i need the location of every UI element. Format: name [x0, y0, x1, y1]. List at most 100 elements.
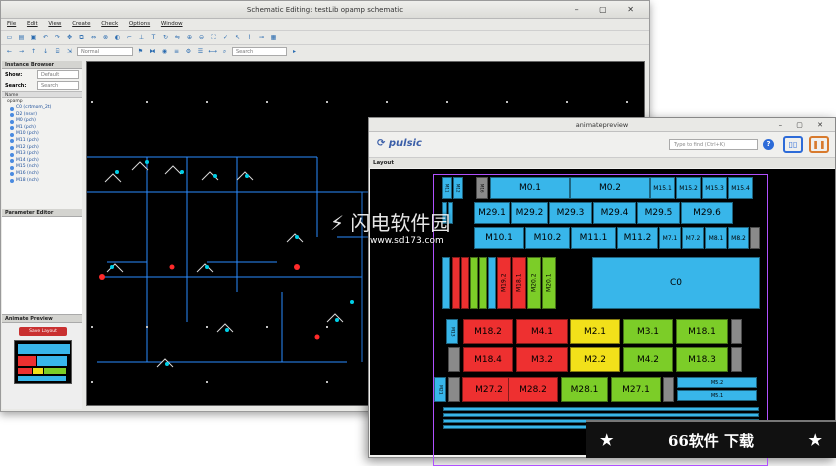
down-icon[interactable]: ↓ [41, 47, 50, 56]
block-m29-6[interactable]: M29.6 [681, 202, 733, 224]
undo-icon[interactable]: ↶ [41, 33, 50, 42]
help-icon[interactable]: ? [763, 139, 774, 150]
grid-icon[interactable]: ▦ [269, 33, 278, 42]
block-m11[interactable]: M11 [442, 177, 452, 199]
block-m29-5[interactable]: M29.5 [637, 202, 680, 224]
bus-bar-1[interactable] [443, 407, 759, 411]
instance-item[interactable]: M18 (nch) [2, 178, 82, 185]
menu-options[interactable]: Options [129, 21, 150, 27]
up-icon[interactable]: ↑ [29, 47, 38, 56]
block-m0-2[interactable]: M0.2 [570, 177, 650, 199]
block-strip-red-2[interactable] [461, 257, 469, 309]
new-icon[interactable]: ▭ [5, 33, 14, 42]
menu-check[interactable]: Check [101, 21, 118, 27]
window-controls[interactable]: – ▢ ✕ [575, 1, 643, 19]
open-icon[interactable]: ▤ [17, 33, 26, 42]
instance-item[interactable]: C0 (crtmom_2t) [2, 105, 82, 112]
block-strip-d[interactable] [488, 257, 496, 309]
bus-bar-2[interactable] [443, 413, 759, 417]
block-m28-1[interactable]: M28.1 [561, 377, 608, 402]
instance-item[interactable]: D2 (nsvr) [2, 112, 82, 119]
block-strip-c[interactable] [442, 257, 450, 309]
block-m15-2[interactable]: M15.2 [676, 177, 701, 199]
block-m29-4[interactable]: M29.4 [593, 202, 636, 224]
menu-view[interactable]: View [48, 21, 61, 27]
block-m4-2[interactable]: M4.2 [623, 347, 673, 372]
block-m7-2[interactable]: M7.2 [682, 227, 704, 249]
panel-toggle-icon[interactable]: ▯▯ [783, 136, 803, 153]
instance-item[interactable]: M16 (nch) [2, 171, 82, 178]
show-select[interactable]: Default [37, 70, 79, 79]
block-m3-1[interactable]: M3.1 [623, 319, 673, 344]
back-icon[interactable]: ← [5, 47, 14, 56]
block-m29-1[interactable]: M29.1 [474, 202, 510, 224]
properties-icon[interactable]: ☰ [196, 47, 205, 56]
layers-icon[interactable]: ≡ [172, 47, 181, 56]
instance-item[interactable]: M1 (pch) [2, 125, 82, 132]
block-m5-2[interactable]: M5.2 [677, 377, 757, 388]
highlight-icon[interactable]: ◉ [160, 47, 169, 56]
instance-item[interactable]: M15 (nch) [2, 164, 82, 171]
block-m27-1[interactable]: M27.1 [611, 377, 661, 402]
zoom-in-icon[interactable]: ⊕ [185, 33, 194, 42]
block-m16[interactable]: M16 [476, 177, 488, 199]
block-spacer-6[interactable] [663, 377, 674, 402]
block-spacer-3[interactable] [448, 347, 460, 372]
block-m2-1[interactable]: M2.1 [570, 319, 620, 344]
wire-icon[interactable]: ⌐ [125, 33, 134, 42]
block-m12[interactable]: M12 [453, 177, 463, 199]
check-icon[interactable]: ✓ [221, 33, 230, 42]
block-spacer-1[interactable] [750, 227, 760, 249]
instance-item[interactable]: M11 (pch) [2, 138, 82, 145]
pin-icon[interactable]: ⊥ [137, 33, 146, 42]
block-m10-1[interactable]: M10.1 [474, 227, 524, 249]
block-m5-1[interactable]: M5.1 [677, 390, 757, 401]
net-icon[interactable]: ⧓ [148, 47, 157, 56]
view-select[interactable]: Normal [77, 47, 133, 56]
block-m8-1[interactable]: M8.1 [705, 227, 727, 249]
block-m29-2[interactable]: M29.2 [511, 202, 548, 224]
block-m11-1[interactable]: M11.1 [571, 227, 616, 249]
block-m11-2[interactable]: M11.2 [617, 227, 658, 249]
instance-item[interactable]: M12 (pch) [2, 145, 82, 152]
menu-file[interactable]: File [7, 21, 16, 27]
block-m3-2[interactable]: M3.2 [516, 347, 568, 372]
probe-icon[interactable]: ⊸ [257, 33, 266, 42]
instance-item[interactable]: M0 (pch) [2, 118, 82, 125]
select-icon[interactable]: ↖ [233, 33, 242, 42]
block-m29-3[interactable]: M29.3 [549, 202, 592, 224]
block-m15-1[interactable]: M15.1 [650, 177, 675, 199]
block-m18-1[interactable]: M18.1 [676, 319, 728, 344]
block-c0[interactable]: C0 [592, 257, 760, 309]
label-icon[interactable]: T [149, 33, 158, 42]
block-m20-1[interactable]: M20.1 [542, 257, 556, 309]
route-icon[interactable]: ⌇ [245, 33, 254, 42]
block-m15-4[interactable]: M15.4 [728, 177, 753, 199]
block-m0-1[interactable]: M0.1 [490, 177, 570, 199]
instance-icon[interactable]: ◐ [113, 33, 122, 42]
menu-window[interactable]: Window [161, 21, 183, 27]
toolbar-search-input[interactable]: Search [232, 47, 287, 56]
block-strip-green-1[interactable] [470, 257, 478, 309]
block-m18-1-vertical[interactable]: M18.1 [512, 257, 526, 309]
save-icon[interactable]: ▣ [29, 33, 38, 42]
measure-icon[interactable]: ⟷ [208, 47, 217, 56]
settings-icon[interactable]: ⚙ [184, 47, 193, 56]
block-m18-2[interactable]: M18.2 [463, 319, 513, 344]
zoom-fit-icon[interactable]: ⛶ [209, 33, 218, 42]
find-next-icon[interactable]: ▸ [290, 47, 299, 56]
descend-icon[interactable]: ⇲ [65, 47, 74, 56]
filter-icon[interactable]: ⚑ [136, 47, 145, 56]
block-m4-1[interactable]: M4.1 [516, 319, 568, 344]
block-m8-2[interactable]: M8.2 [728, 227, 749, 249]
stretch-icon[interactable]: ⇔ [89, 33, 98, 42]
pause-icon[interactable]: ❚❚ [809, 136, 829, 153]
menu-edit[interactable]: Edit [27, 21, 38, 27]
rotate-icon[interactable]: ↻ [161, 33, 170, 42]
block-m21[interactable]: M21 [434, 377, 446, 402]
block-m15-3[interactable]: M15.3 [702, 177, 727, 199]
redo-icon[interactable]: ↷ [53, 33, 62, 42]
window-controls-2[interactable]: – ▢ ✕ [779, 118, 829, 132]
instance-search-input[interactable]: Search [37, 81, 79, 90]
block-m19-2[interactable]: M19.2 [497, 257, 511, 309]
